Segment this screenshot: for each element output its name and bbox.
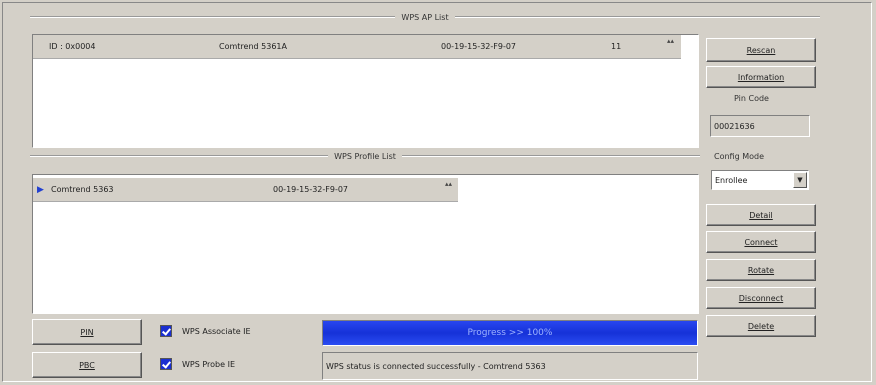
config-mode-select[interactable]: Enrollee ▼ (711, 170, 809, 190)
signal-icon: ▴▴ (445, 180, 453, 188)
ap-list-row[interactable]: ID : 0x0004 Comtrend 5361A 00-19-15-32-F… (33, 35, 681, 59)
pin-code-label: Pin Code (734, 94, 769, 103)
pin-button[interactable]: PIN (32, 319, 142, 345)
profile-mac: 00-19-15-32-F9-07 (273, 185, 349, 194)
progress-text: Progress >> 100% (467, 328, 553, 338)
disconnect-label: Disconnect (738, 293, 784, 303)
progress-bar: Progress >> 100% (322, 320, 698, 346)
rotate-button[interactable]: Rotate (706, 259, 816, 281)
wps-probe-ie-label: WPS Probe IE (182, 359, 236, 369)
connect-button[interactable]: Connect (706, 231, 816, 253)
profile-list-row[interactable]: ▶ Comtrend 5363 00-19-15-32-F9-07 ▴▴ (33, 178, 458, 202)
information-label: Information (737, 72, 785, 82)
profile-ssid: Comtrend 5363 (51, 185, 114, 194)
config-mode-value: Enrollee (715, 175, 748, 185)
checkbox-checked-icon[interactable] (160, 358, 172, 370)
ap-list[interactable]: ID : 0x0004 Comtrend 5361A 00-19-15-32-F… (32, 34, 699, 148)
wps-probe-ie-checkbox[interactable]: WPS Probe IE (160, 358, 235, 370)
wps-associate-ie-label: WPS Associate IE (182, 326, 251, 336)
wps-associate-ie-checkbox[interactable]: WPS Associate IE (160, 325, 251, 337)
detail-label: Detail (749, 210, 773, 220)
ap-channel: 11 (611, 42, 622, 51)
detail-button[interactable]: Detail (706, 204, 816, 226)
disconnect-button[interactable]: Disconnect (706, 287, 816, 309)
pin-code-field[interactable]: 00021636 (710, 115, 810, 137)
rotate-label: Rotate (747, 265, 775, 275)
rescan-label: Rescan (746, 45, 776, 55)
pbc-label: PBC (79, 360, 95, 370)
chevron-down-icon[interactable]: ▼ (793, 172, 807, 188)
ap-id: ID : 0x0004 (49, 42, 96, 51)
ap-ssid: Comtrend 5361A (219, 42, 287, 51)
delete-button[interactable]: Delete (706, 315, 816, 337)
pin-label: PIN (80, 327, 94, 337)
profile-list-header: WPS Profile List (30, 149, 701, 163)
config-mode-label: Config Mode (714, 152, 765, 161)
checkbox-checked-icon[interactable] (160, 325, 172, 337)
ap-mac: 00-19-15-32-F9-07 (441, 42, 517, 51)
ap-list-header: WPS AP List (30, 10, 820, 24)
pbc-button[interactable]: PBC (32, 352, 142, 378)
status-field: WPS status is connected successfully - C… (322, 352, 698, 380)
information-button[interactable]: Information (706, 66, 816, 88)
signal-icon: ▴▴ (667, 37, 675, 45)
ap-list-title: WPS AP List (401, 12, 449, 22)
rescan-button[interactable]: Rescan (706, 38, 816, 62)
delete-label: Delete (747, 321, 775, 331)
profile-list-title: WPS Profile List (334, 151, 396, 161)
selected-arrow-icon: ▶ (37, 184, 44, 195)
connect-label: Connect (744, 237, 778, 247)
profile-list[interactable]: ▶ Comtrend 5363 00-19-15-32-F9-07 ▴▴ (32, 174, 699, 314)
